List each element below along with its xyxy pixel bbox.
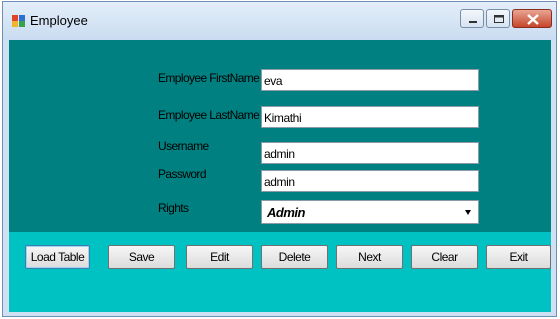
- button-strip: [9, 232, 551, 312]
- rights-label: Rights: [158, 201, 189, 215]
- employee-window: Employee Employee FirstName eva Employee…: [2, 1, 557, 317]
- save-button[interactable]: Save: [108, 245, 175, 269]
- window-title: Employee: [30, 13, 88, 28]
- exit-button[interactable]: Exit: [486, 245, 551, 269]
- next-button[interactable]: Next: [336, 245, 403, 269]
- title-bar[interactable]: Employee: [3, 2, 556, 40]
- rights-selected-value: Admin: [267, 205, 305, 220]
- load-table-button[interactable]: Load Table: [25, 245, 90, 269]
- edit-button[interactable]: Edit: [186, 245, 253, 269]
- first-name-label: Employee FirstName: [158, 71, 260, 85]
- last-name-field[interactable]: Kimathi: [261, 106, 479, 128]
- clear-button[interactable]: Clear: [411, 245, 478, 269]
- password-label: Password: [158, 167, 206, 181]
- chevron-down-icon[interactable]: [465, 210, 471, 215]
- username-label: Username: [158, 139, 209, 153]
- rights-dropdown[interactable]: Admin: [261, 200, 479, 224]
- close-button[interactable]: [512, 9, 552, 28]
- first-name-field[interactable]: eva: [261, 69, 479, 91]
- password-field[interactable]: admin: [261, 170, 479, 192]
- delete-button[interactable]: Delete: [261, 245, 328, 269]
- last-name-label: Employee LastName: [158, 108, 260, 122]
- employee-form: Employee FirstName eva Employee LastName…: [9, 40, 551, 312]
- form-icon: [12, 15, 25, 27]
- username-field[interactable]: admin: [261, 142, 479, 164]
- maximize-button[interactable]: [486, 9, 510, 28]
- close-icon: [527, 14, 539, 25]
- minimize-button[interactable]: [460, 9, 484, 28]
- maximize-icon: [494, 15, 504, 23]
- minimize-icon: [469, 21, 477, 23]
